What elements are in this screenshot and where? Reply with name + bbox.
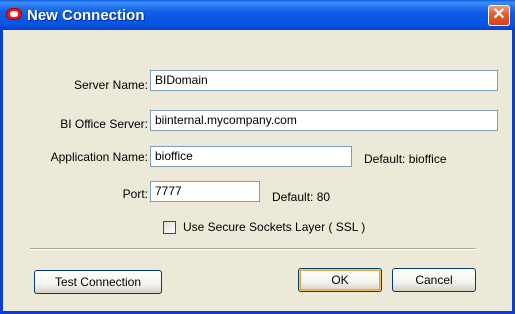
oracle-logo-icon [6,8,22,20]
close-button[interactable]: ✕ [488,5,510,26]
server-name-input[interactable]: BIDomain [150,70,498,91]
server-name-label: Server Name: [73,78,148,92]
port-input[interactable]: 7777 [150,181,260,202]
bi-office-server-label: BI Office Server: [60,117,148,131]
port-default-hint: Default: 80 [272,190,331,204]
bi-office-server-input[interactable]: biinternal.mycompany.com [150,110,498,131]
cancel-button[interactable]: Cancel [392,268,476,292]
title-bar[interactable]: New Connection ✕ [0,0,515,30]
dialog-title: New Connection [27,7,145,24]
test-connection-button[interactable]: Test Connection [34,270,162,294]
divider [30,248,476,250]
ssl-checkbox[interactable] [163,221,176,234]
port-label: Port: [122,187,148,201]
ssl-checkbox-label[interactable]: Use Secure Sockets Layer ( SSL ) [183,220,365,234]
application-name-default-hint: Default: bioffice [364,152,447,166]
application-name-label: Application Name: [50,150,148,164]
ok-button[interactable]: OK [298,268,382,292]
application-name-input[interactable]: bioffice [150,146,352,167]
